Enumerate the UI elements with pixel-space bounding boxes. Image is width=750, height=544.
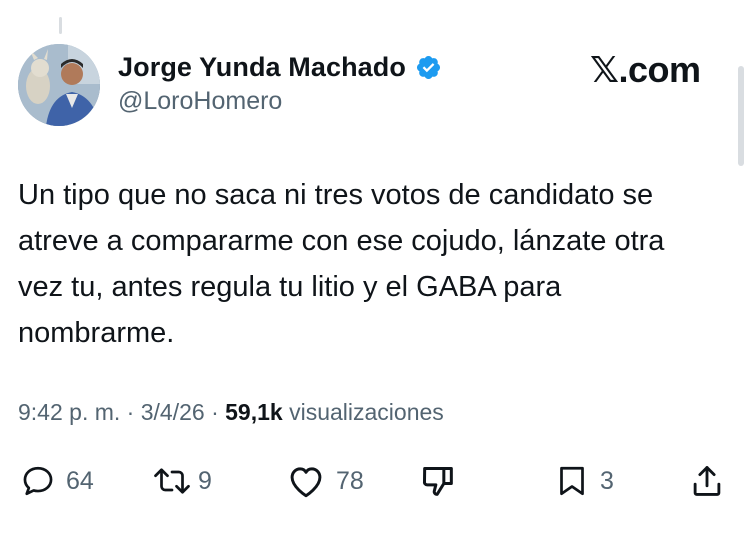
author-handle[interactable]: @LoroHomero	[118, 87, 282, 116]
repost-count: 9	[198, 466, 212, 495]
bookmark-icon	[560, 466, 584, 496]
share-icon	[693, 466, 721, 496]
tweet-line: Un tipo que no saca ni tres votos de can…	[18, 179, 654, 211]
dislike-button[interactable]	[418, 461, 458, 501]
reply-icon	[23, 466, 53, 496]
like-icon	[290, 467, 322, 498]
meta-separator: ·	[211, 399, 219, 425]
scrollbar[interactable]	[738, 66, 744, 166]
top-divider-tick	[59, 17, 62, 34]
tweet-time[interactable]: 9:42 p. m.	[18, 399, 120, 425]
tweet-line: nombrarme.	[18, 317, 175, 349]
like-button[interactable]: 78	[286, 461, 364, 501]
author-name[interactable]: Jorge Yunda Machado	[118, 52, 406, 83]
repost-button[interactable]: 9	[150, 461, 212, 501]
tweet-date[interactable]: 3/4/26	[141, 399, 205, 425]
view-label: visualizaciones	[289, 399, 444, 425]
share-button[interactable]	[688, 461, 726, 501]
x-logo: 𝕏.com	[590, 49, 701, 90]
avatar-image	[18, 44, 100, 126]
like-count: 78	[336, 466, 364, 495]
tweet-line: vez tu, antes regula tu litio y el GABA …	[18, 271, 562, 303]
meta-separator: ·	[126, 399, 135, 425]
verified-badge-icon	[416, 55, 441, 80]
tweet-line: atreve a compararme con ese cojudo, lánz…	[18, 225, 665, 257]
view-count: 59,1k	[225, 399, 283, 425]
tweet-meta: 9:42 p. m. · 3/4/26 · 59,1k visualizacio…	[18, 399, 444, 426]
reply-button[interactable]: 64	[20, 461, 94, 501]
bookmark-button[interactable]: 3	[554, 461, 614, 501]
tweet-text: Un tipo que no saca ni tres votos de can…	[18, 172, 740, 356]
avatar[interactable]	[18, 44, 100, 126]
dislike-icon	[422, 467, 453, 496]
repost-icon	[154, 468, 190, 494]
reply-count: 64	[66, 466, 94, 495]
bookmark-count: 3	[600, 466, 614, 495]
